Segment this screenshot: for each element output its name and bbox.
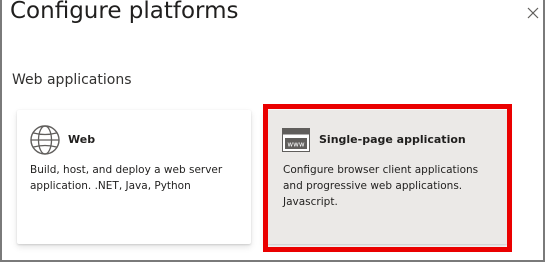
close-icon[interactable] xyxy=(526,6,540,20)
spa-card-desc-line: Javascript. xyxy=(283,196,338,208)
browser-window-icon: www xyxy=(282,128,310,152)
web-platform-card[interactable]: Web Build, host, and deploy a web server… xyxy=(17,110,251,244)
globe-icon xyxy=(30,125,60,155)
web-card-desc-line: Build, host, and deploy a web server xyxy=(30,164,223,176)
panel-title: Configure platforms xyxy=(10,0,239,24)
web-card-title: Web xyxy=(68,133,96,146)
configure-platforms-panel: Configure platforms Web applications Web… xyxy=(0,0,545,262)
spa-card-description: Configure browser client applications an… xyxy=(283,162,478,210)
spa-card-title: Single-page application xyxy=(319,133,466,146)
web-card-desc-line: application. .NET, Java, Python xyxy=(30,180,191,192)
section-heading: Web applications xyxy=(12,72,132,88)
spa-card-desc-line: and progressive web applications. xyxy=(283,180,463,192)
browser-window-icon-text: www xyxy=(287,141,304,149)
web-card-description: Build, host, and deploy a web server app… xyxy=(30,162,222,194)
spa-platform-card[interactable]: www Single-page application Configure br… xyxy=(265,110,508,244)
spa-card-desc-line: Configure browser client applications xyxy=(283,164,479,176)
